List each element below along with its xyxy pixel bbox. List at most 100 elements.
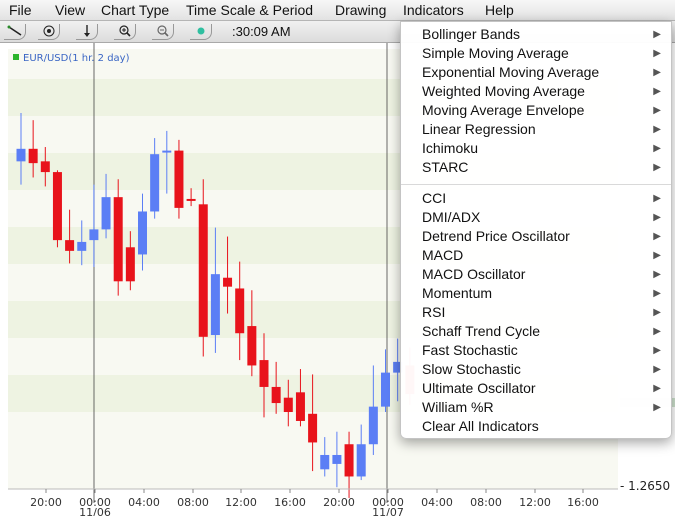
menu-item-label: DMI/ADX xyxy=(422,209,481,225)
menu-item-label: Moving Average Envelope xyxy=(422,102,585,118)
candle-body xyxy=(125,247,135,282)
menu-item-starc[interactable]: STARC ▶ xyxy=(401,158,671,177)
menu-item-label: MACD xyxy=(422,247,464,263)
menu-bar: File View Chart Type Time Scale & Period… xyxy=(0,0,675,21)
menu-item-bollinger-bands[interactable]: Bollinger Bands ▶ xyxy=(401,25,671,44)
menu-item-macd[interactable]: MACD ▶ xyxy=(401,246,671,265)
arrow-down-icon[interactable] xyxy=(76,24,98,40)
menu-indicators[interactable]: Indicators xyxy=(403,2,464,18)
menu-item-detrend-price-oscillator[interactable]: Detrend Price Oscillator ▶ xyxy=(401,227,671,246)
candle-body xyxy=(247,326,257,366)
menu-item-label: Slow Stochastic xyxy=(422,361,521,377)
menu-item-label: Detrend Price Oscillator xyxy=(422,228,570,244)
menu-item-label: Exponential Moving Average xyxy=(422,64,600,80)
x-tick-label: 12:00 xyxy=(519,496,551,509)
candle-body xyxy=(174,150,184,208)
target-icon[interactable] xyxy=(38,24,60,40)
menu-item-label: MACD Oscillator xyxy=(422,266,526,282)
x-tick-label: 16:00 xyxy=(567,496,599,509)
zoom-in-icon[interactable] xyxy=(114,24,136,40)
indicators-dropdown: Bollinger Bands ▶ Simple Moving Average ▶ Ex… xyxy=(400,21,672,439)
submenu-arrow-icon: ▶ xyxy=(653,29,661,40)
candle-body xyxy=(210,274,220,336)
submenu-arrow-icon: ▶ xyxy=(653,383,661,394)
menu-time-scale[interactable]: Time Scale & Period xyxy=(186,2,313,18)
submenu-arrow-icon: ▶ xyxy=(653,231,661,242)
menu-item-label: William %R xyxy=(422,399,494,415)
menu-item-schaff-trend-cycle[interactable]: Schaff Trend Cycle ▶ xyxy=(401,322,671,341)
candle-body xyxy=(344,444,354,477)
menu-item-momentum[interactable]: Momentum ▶ xyxy=(401,284,671,303)
candle-body xyxy=(381,372,390,407)
menu-item-slow-stochastic[interactable]: Slow Stochastic ▶ xyxy=(401,360,671,379)
line-tool-icon[interactable] xyxy=(4,24,26,40)
menu-item-label: RSI xyxy=(422,304,446,320)
menu-view[interactable]: View xyxy=(55,2,85,18)
menu-item-moving-average-envelope[interactable]: Moving Average Envelope ▶ xyxy=(401,101,671,120)
menu-chart-type[interactable]: Chart Type xyxy=(101,2,169,18)
menu-drawing[interactable]: Drawing xyxy=(335,2,386,18)
candle-body xyxy=(28,148,38,164)
submenu-arrow-icon: ▶ xyxy=(653,105,661,116)
menu-item-rsi[interactable]: RSI ▶ xyxy=(401,303,671,322)
candle-body xyxy=(150,154,160,212)
date-label: 11/07 xyxy=(372,506,404,516)
submenu-arrow-icon: ▶ xyxy=(653,364,661,375)
zoom-out-icon[interactable] xyxy=(152,24,174,40)
menu-item-label: Linear Regression xyxy=(422,121,536,137)
x-tick-label: 20:00 xyxy=(323,496,355,509)
candle-body xyxy=(113,197,123,282)
candle-body xyxy=(283,397,293,413)
candle-body xyxy=(356,444,366,477)
price-tick-label: - 1.2650 xyxy=(620,479,670,493)
candle-body xyxy=(16,148,26,162)
menu-item-label: Fast Stochastic xyxy=(422,342,518,358)
submenu-arrow-icon: ▶ xyxy=(653,67,661,78)
submenu-arrow-icon: ▶ xyxy=(653,326,661,337)
submenu-arrow-icon: ▶ xyxy=(653,143,661,154)
symbol-label: EUR/USD(1 hr. 2 day) xyxy=(23,53,130,64)
candle-body xyxy=(52,172,62,241)
x-tick-label: 20:00 xyxy=(30,496,62,509)
menu-item-william-r[interactable]: William %R ▶ xyxy=(401,398,671,417)
menu-item-label: Momentum xyxy=(422,285,493,301)
menu-item-linear-regression[interactable]: Linear Regression ▶ xyxy=(401,120,671,139)
menu-item-macd-oscillator[interactable]: MACD Oscillator ▶ xyxy=(401,265,671,284)
x-tick-label: 08:00 xyxy=(177,496,209,509)
menu-item-ichimoku[interactable]: Ichimoku ▶ xyxy=(401,139,671,158)
x-tick-label: 12:00 xyxy=(225,496,257,509)
submenu-arrow-icon: ▶ xyxy=(653,124,661,135)
menu-item-weighted-moving-average[interactable]: Weighted Moving Average ▶ xyxy=(401,82,671,101)
candle-body xyxy=(295,392,305,421)
dot-icon[interactable] xyxy=(190,24,212,40)
menu-item-label: Ultimate Oscillator xyxy=(422,380,536,396)
candle-body xyxy=(77,241,87,251)
submenu-arrow-icon: ▶ xyxy=(653,307,661,318)
menu-item-ultimate-oscillator[interactable]: Ultimate Oscillator ▶ xyxy=(401,379,671,398)
menu-item-cci[interactable]: CCI ▶ xyxy=(401,189,671,208)
time-readout: :30:09 AM xyxy=(232,24,291,39)
menu-item-fast-stochastic[interactable]: Fast Stochastic ▶ xyxy=(401,341,671,360)
menu-item-label: STARC xyxy=(422,159,469,175)
menu-item-label: Simple Moving Average xyxy=(422,45,569,61)
candle-body xyxy=(162,150,172,153)
menu-item-exponential-moving-average[interactable]: Exponential Moving Average ▶ xyxy=(401,63,671,82)
menu-item-dmi-adx[interactable]: DMI/ADX ▶ xyxy=(401,208,671,227)
submenu-arrow-icon: ▶ xyxy=(653,345,661,356)
menu-file[interactable]: File xyxy=(9,2,32,18)
submenu-arrow-icon: ▶ xyxy=(653,48,661,59)
candle-body xyxy=(368,406,378,445)
menu-help[interactable]: Help xyxy=(485,2,514,18)
submenu-arrow-icon: ▶ xyxy=(653,402,661,413)
menu-item-label: CCI xyxy=(422,190,447,206)
candle-body xyxy=(101,197,111,230)
candle-body xyxy=(235,288,245,334)
x-tick-label: 04:00 xyxy=(421,496,453,509)
menu-item-simple-moving-average[interactable]: Simple Moving Average ▶ xyxy=(401,44,671,63)
candle-body xyxy=(320,454,330,470)
menu-item-label: Schaff Trend Cycle xyxy=(422,323,541,339)
menu-item-label: Clear All Indicators xyxy=(422,418,539,434)
x-tick-label: 08:00 xyxy=(470,496,502,509)
menu-item-clear-all-indicators[interactable]: Clear All Indicators xyxy=(401,417,671,436)
candle-body xyxy=(138,211,147,255)
